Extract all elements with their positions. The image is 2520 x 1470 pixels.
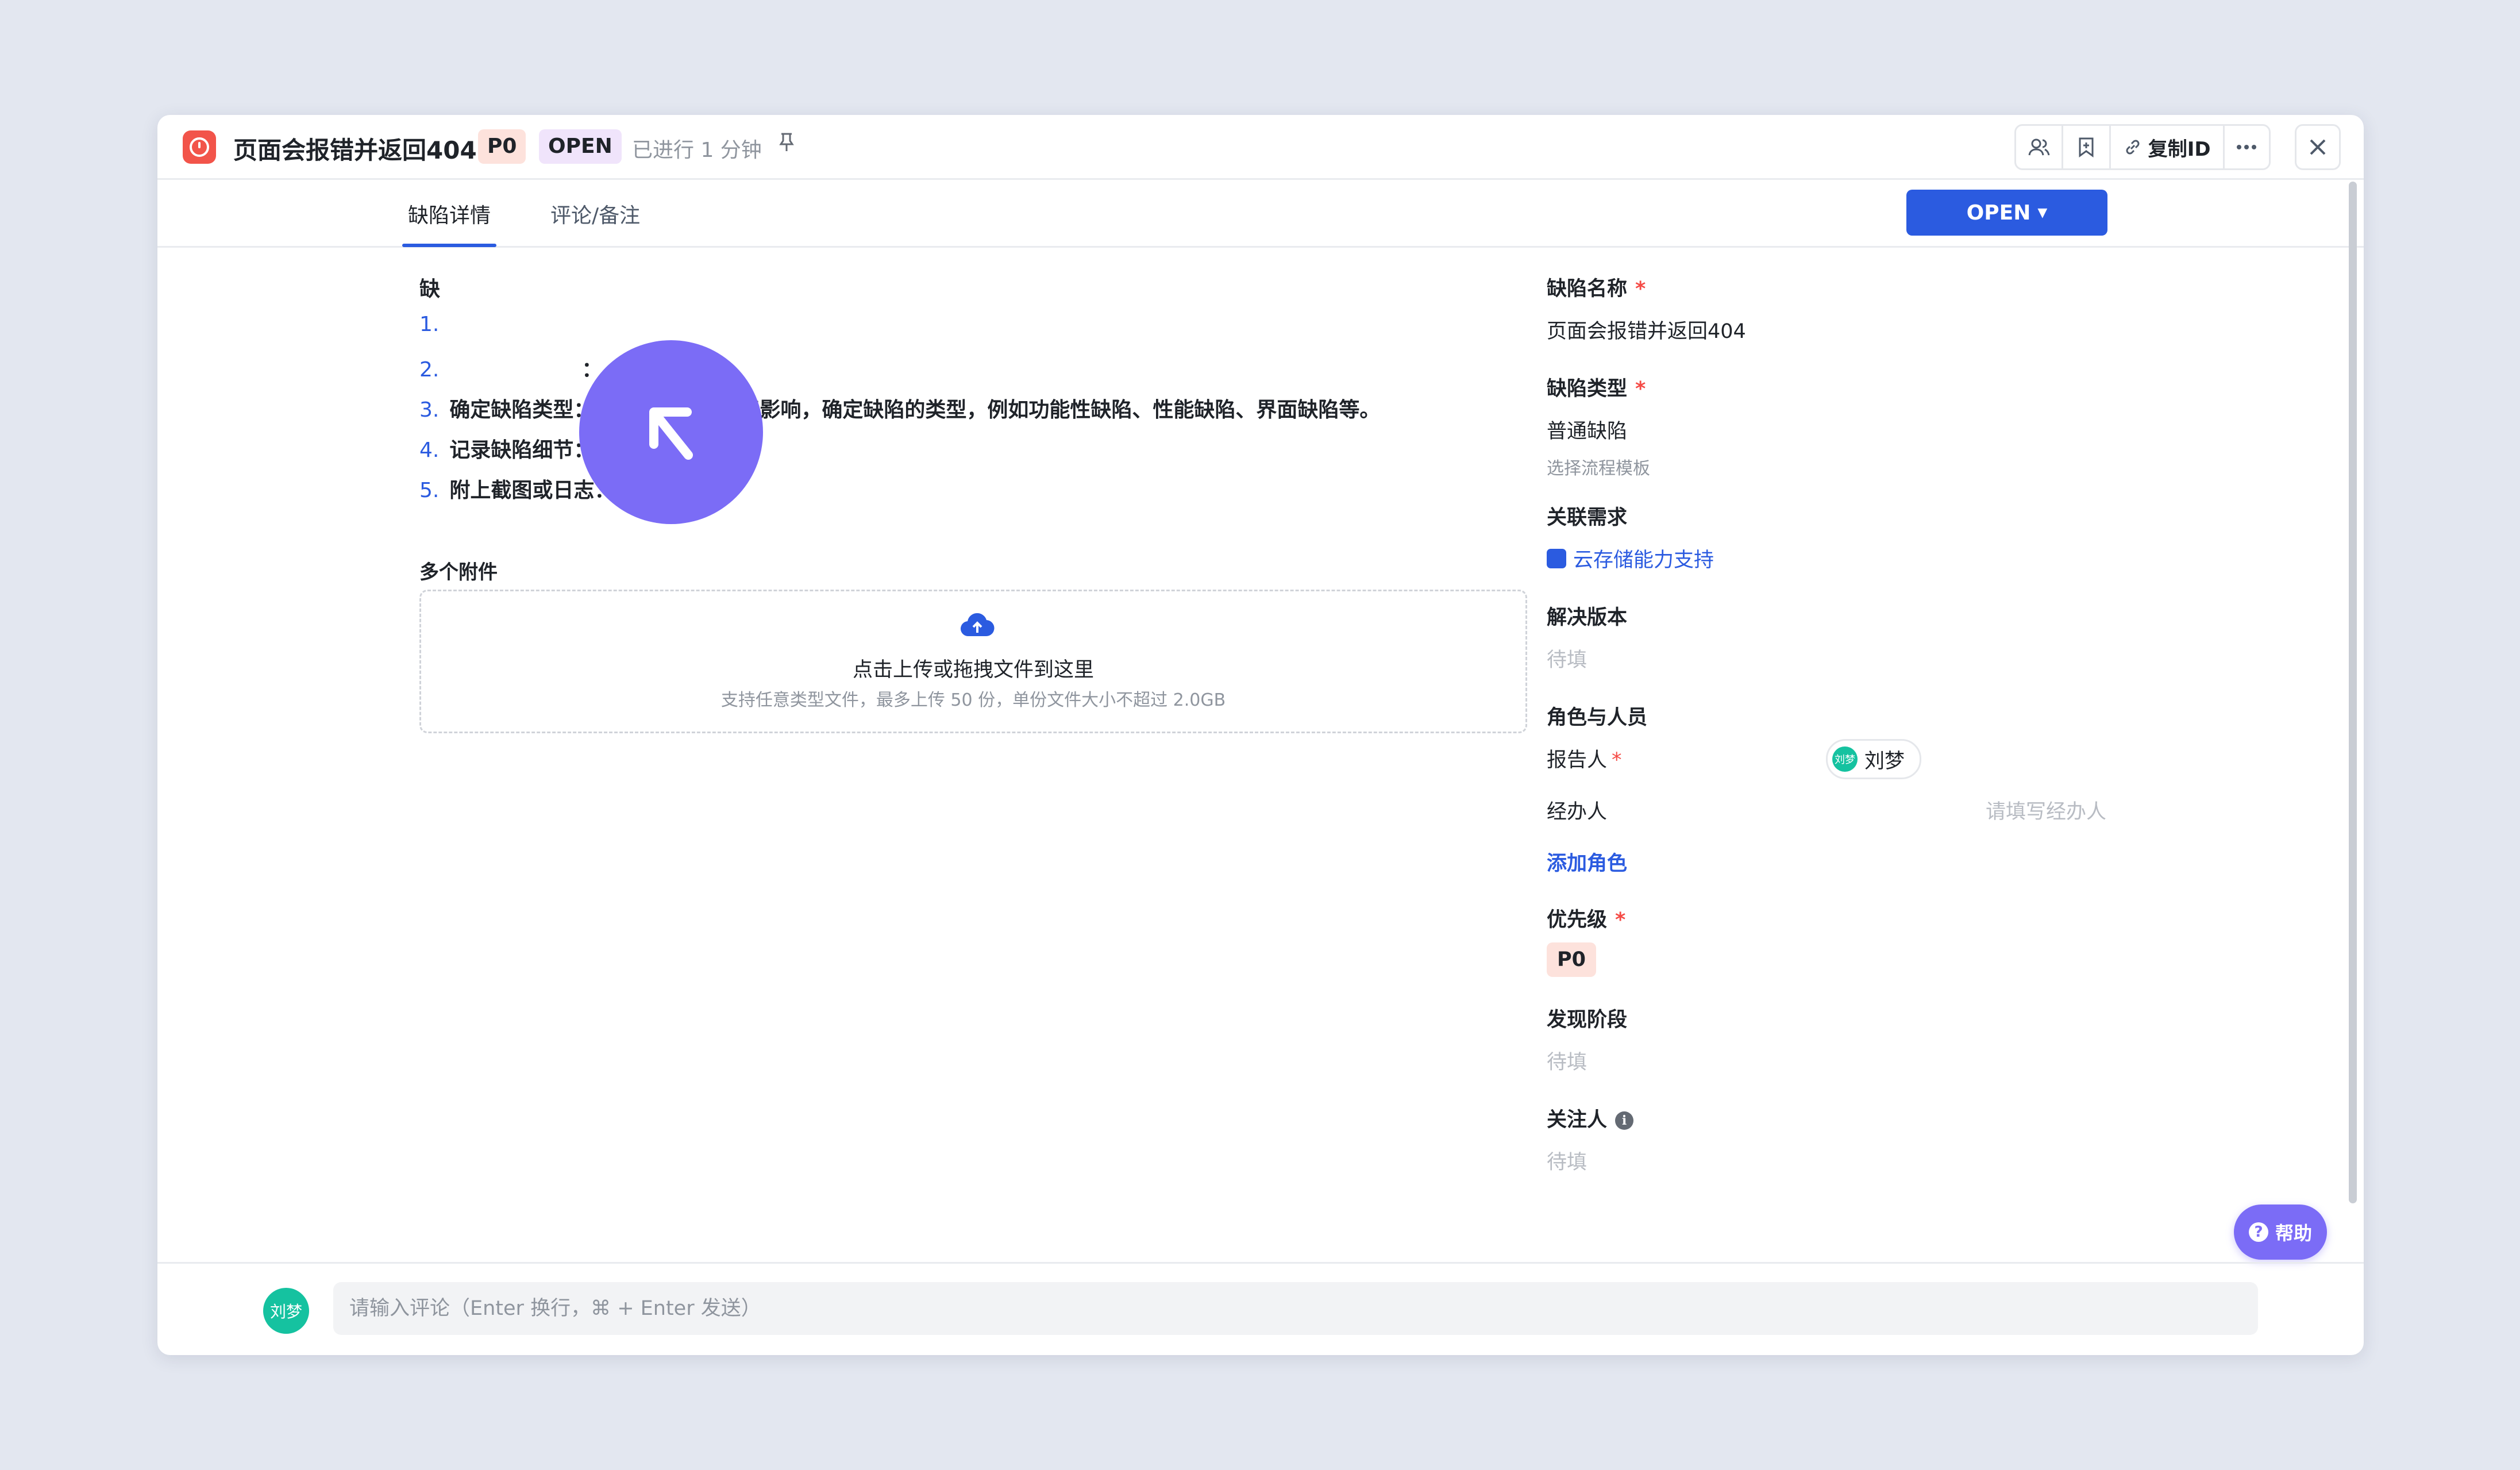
members-icon (2028, 138, 2050, 156)
field-followers-value[interactable]: 待填 (1547, 1146, 1587, 1175)
list-number: 5. (419, 479, 440, 502)
list-item: 1. (419, 313, 449, 336)
list-item: 2.： (419, 353, 602, 383)
list-item: 3. 确定缺陷类型：根据缺陷的现象和影响，确定缺陷的类型，例如功能性缺陷、性能缺陷… (419, 393, 1380, 423)
status-dropdown-button[interactable]: OPEN ▼ (1906, 190, 2107, 236)
copy-id-button[interactable]: 复制ID (2111, 126, 2225, 168)
bookmark-button[interactable] (2063, 126, 2111, 168)
list-text: 附上截图或日志： (449, 479, 615, 502)
close-icon (2310, 139, 2326, 155)
requirement-link[interactable]: 云存储能力支持 (1547, 544, 1714, 573)
comment-input[interactable] (333, 1282, 2258, 1335)
description-label: 缺 (419, 278, 441, 301)
field-stage-label: 发现阶段 (1547, 1009, 1628, 1032)
field-version-value[interactable]: 待填 (1547, 644, 1587, 673)
upload-main-text: 点击上传或拖拽文件到这里 (852, 659, 1094, 682)
list-item: 4. 记录缺陷细节： (419, 433, 594, 463)
list-item: 5. 附上截图或日志： (419, 474, 615, 503)
help-icon: ? (2248, 1222, 2268, 1242)
cursor-arrow-icon (579, 340, 763, 524)
reporter-label: 报告人 * (1547, 749, 1622, 772)
list-number: 4. (419, 438, 440, 462)
priority-value-tag[interactable]: P0 (1547, 942, 1597, 977)
field-type-value[interactable]: 普通缺陷 (1547, 415, 1627, 444)
header-toolbar: 复制ID (2014, 124, 2271, 170)
comment-bar: 刘梦 (157, 1262, 2364, 1355)
select-template-link[interactable]: 选择流程模板 (1547, 454, 1650, 479)
more-icon (2237, 145, 2257, 149)
handler-input[interactable]: 请填写经办人 (1986, 795, 2106, 825)
list-number: 1. (419, 313, 440, 336)
field-requirement-label: 关联需求 (1547, 506, 1628, 529)
tab-defect-detail[interactable]: 缺陷详情 (402, 199, 497, 247)
reporter-chip[interactable]: 刘梦 刘梦 (1826, 739, 1921, 779)
elapsed-time: 已进行 1 分钟 (632, 138, 762, 162)
help-label: 帮助 (2275, 1222, 2312, 1244)
requirement-text: 云存储能力支持 (1573, 549, 1714, 572)
defect-type-icon (183, 130, 216, 164)
info-icon[interactable]: i (1615, 1111, 1634, 1130)
field-roles-label: 角色与人员 (1547, 706, 1648, 729)
caret-down-icon: ▼ (2037, 205, 2048, 220)
list-text: 记录缺陷细节： (449, 438, 595, 462)
scrollbar[interactable] (2349, 182, 2357, 1203)
copy-id-label: 复制ID (2148, 137, 2211, 161)
upload-dropzone[interactable]: 点击上传或拖拽文件到这里 支持任意类型文件，最多上传 50 份，单份文件大小不超… (419, 590, 1527, 733)
list-number: 2. (419, 358, 440, 382)
status-tag[interactable]: OPEN (539, 129, 622, 164)
list-number: 3. (419, 398, 440, 422)
tab-bar: 缺陷详情 评论/备注 OPEN ▼ (157, 178, 2364, 248)
avatar: 刘梦 (1832, 746, 1858, 772)
upload-sub-text: 支持任意类型文件，最多上传 50 份，单份文件大小不超过 2.0GB (720, 690, 1226, 710)
status-button-label: OPEN (1966, 201, 2031, 225)
members-button[interactable] (2016, 126, 2064, 168)
tab-comments[interactable]: 评论/备注 (550, 199, 640, 229)
add-role-link[interactable]: 添加角色 (1547, 847, 1627, 876)
bookmark-icon (2079, 137, 2094, 157)
field-name-value[interactable]: 页面会报错并返回404 (1547, 315, 1746, 344)
help-button[interactable]: ? 帮助 (2234, 1205, 2327, 1260)
defect-detail-window: 页面会报错并返回404 P0 OPEN 已进行 1 分钟 复制ID 缺陷详情 评… (157, 115, 2364, 1355)
field-priority-label: 优先级 * (1547, 909, 1626, 932)
link-icon (2126, 140, 2140, 155)
field-version-label: 解决版本 (1547, 606, 1628, 629)
reporter-name: 刘梦 (1864, 749, 1905, 773)
priority-tag[interactable]: P0 (478, 129, 526, 164)
requirement-icon (1547, 548, 1566, 568)
pin-icon[interactable] (778, 132, 795, 158)
attachments-label: 多个附件 (419, 561, 498, 584)
header-bar: 页面会报错并返回404 P0 OPEN 已进行 1 分钟 复制ID (157, 115, 2364, 180)
page-title: 页面会报错并返回404 (233, 136, 477, 164)
field-stage-value[interactable]: 待填 (1547, 1046, 1587, 1075)
more-button[interactable] (2225, 126, 2269, 168)
handler-label: 经办人 (1547, 801, 1608, 823)
field-type-label: 缺陷类型 * (1547, 378, 1646, 401)
upload-cloud-icon (961, 613, 995, 637)
field-followers-label: 关注人 i (1547, 1103, 1634, 1133)
avatar: 刘梦 (263, 1288, 309, 1334)
field-name-label: 缺陷名称 * (1547, 278, 1646, 301)
close-button[interactable] (2295, 124, 2341, 170)
